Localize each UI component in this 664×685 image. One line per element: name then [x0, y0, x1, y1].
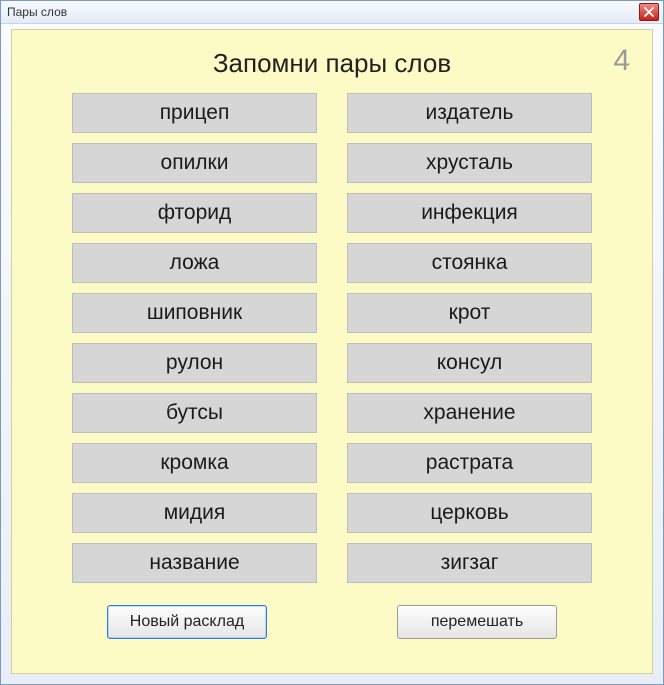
- word-left-9[interactable]: название: [72, 543, 317, 583]
- word-right-6[interactable]: хранение: [347, 393, 592, 433]
- word-left-8[interactable]: мидия: [72, 493, 317, 533]
- client-area: Запомни пары слов 4 прицеп опилки фторид…: [11, 29, 653, 674]
- titlebar: Пары слов: [1, 1, 663, 24]
- word-right-4[interactable]: крот: [347, 293, 592, 333]
- close-button[interactable]: [639, 3, 659, 21]
- word-left-6[interactable]: бутсы: [72, 393, 317, 433]
- word-left-5[interactable]: рулон: [72, 343, 317, 383]
- word-right-5[interactable]: консул: [347, 343, 592, 383]
- app-window: Пары слов Запомни пары слов 4 прицеп опи…: [0, 0, 664, 685]
- word-right-8[interactable]: церковь: [347, 493, 592, 533]
- countdown-counter: 4: [613, 44, 630, 78]
- footer: Новый расклад перемешать: [30, 605, 634, 639]
- new-deal-button[interactable]: Новый расклад: [107, 605, 267, 639]
- word-columns: прицеп опилки фторид ложа шиповник рулон…: [30, 93, 634, 583]
- word-right-0[interactable]: издатель: [347, 93, 592, 133]
- word-left-0[interactable]: прицеп: [72, 93, 317, 133]
- word-right-7[interactable]: растрата: [347, 443, 592, 483]
- word-right-1[interactable]: хрусталь: [347, 143, 592, 183]
- word-left-2[interactable]: фторид: [72, 193, 317, 233]
- word-left-7[interactable]: кромка: [72, 443, 317, 483]
- word-right-9[interactable]: зигзаг: [347, 543, 592, 583]
- word-right-3[interactable]: стоянка: [347, 243, 592, 283]
- right-column: издатель хрусталь инфекция стоянка крот …: [347, 93, 592, 583]
- shuffle-button[interactable]: перемешать: [397, 605, 557, 639]
- left-column: прицеп опилки фторид ложа шиповник рулон…: [72, 93, 317, 583]
- page-title: Запомни пары слов: [213, 48, 451, 78]
- window-title: Пары слов: [7, 5, 67, 19]
- word-left-1[interactable]: опилки: [72, 143, 317, 183]
- word-left-3[interactable]: ложа: [72, 243, 317, 283]
- close-icon: [644, 7, 654, 17]
- word-left-4[interactable]: шиповник: [72, 293, 317, 333]
- word-right-2[interactable]: инфекция: [347, 193, 592, 233]
- header: Запомни пары слов 4: [30, 48, 634, 79]
